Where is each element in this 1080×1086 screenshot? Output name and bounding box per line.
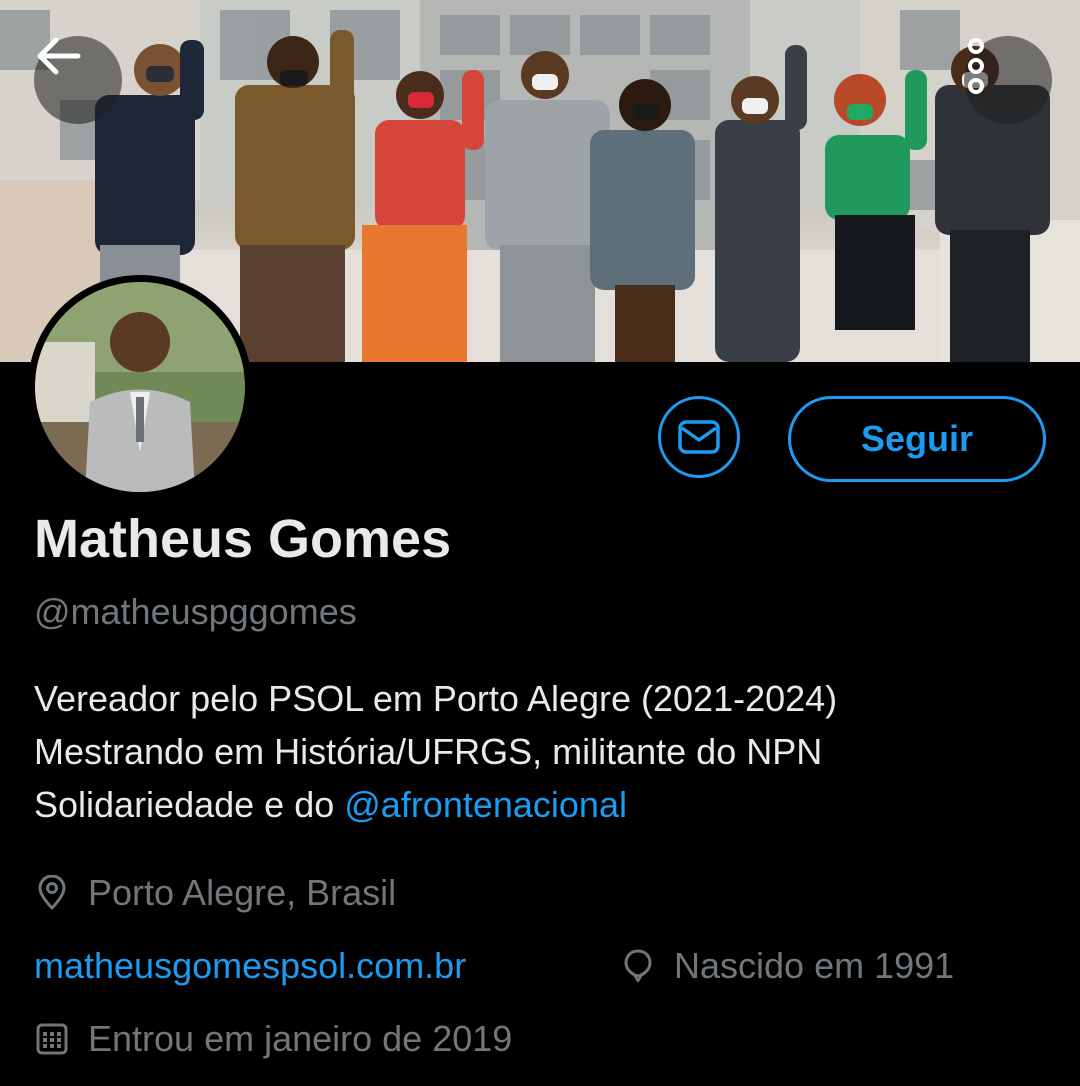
bio-line-3: Solidariedade e do @afrontenacional	[34, 778, 1044, 831]
display-name: Matheus Gomes	[34, 509, 452, 569]
follow-button-label: Seguir	[860, 418, 974, 459]
website-row: matheusgomespsol.com.br	[34, 945, 466, 987]
avatar[interactable]	[28, 275, 252, 499]
envelope-icon	[678, 420, 720, 454]
user-handle: @matheuspggomes	[34, 591, 357, 632]
joined-row: Entrou em janeiro de 2019	[34, 1018, 512, 1060]
joined-text: Entrou em janeiro de 2019	[88, 1018, 513, 1059]
mention-link[interactable]: @afrontenacional	[344, 784, 627, 825]
profile-page: Seguir Matheus Gomes @matheuspggomes Ver…	[0, 0, 1080, 1086]
avatar-photo	[35, 282, 245, 492]
website-link[interactable]: matheusgomespsol.com.br	[34, 945, 466, 987]
more-vertical-icon	[968, 38, 984, 94]
back-button[interactable]	[34, 36, 122, 124]
balloon-icon	[620, 948, 656, 984]
message-button[interactable]	[658, 396, 740, 478]
bio-line-2: Mestrando em História/UFRGS, militante d…	[34, 731, 823, 772]
bio-line-1: Vereador pelo PSOL em Porto Alegre (2021…	[34, 678, 838, 719]
more-options-button[interactable]	[964, 36, 1052, 124]
profile-bio: Vereador pelo PSOL em Porto Alegre (2021…	[34, 672, 1044, 831]
location-pin-icon	[34, 875, 70, 911]
birth-row: Nascido em 1991	[620, 945, 954, 987]
birth-text: Nascido em 1991	[674, 945, 955, 986]
bio-text: Solidariedade e do	[34, 784, 345, 825]
location-row: Porto Alegre, Brasil	[34, 872, 396, 914]
follow-button[interactable]: Seguir	[788, 396, 1046, 482]
calendar-icon	[34, 1021, 70, 1057]
arrow-left-icon	[37, 37, 81, 75]
location-text: Porto Alegre, Brasil	[88, 872, 397, 913]
